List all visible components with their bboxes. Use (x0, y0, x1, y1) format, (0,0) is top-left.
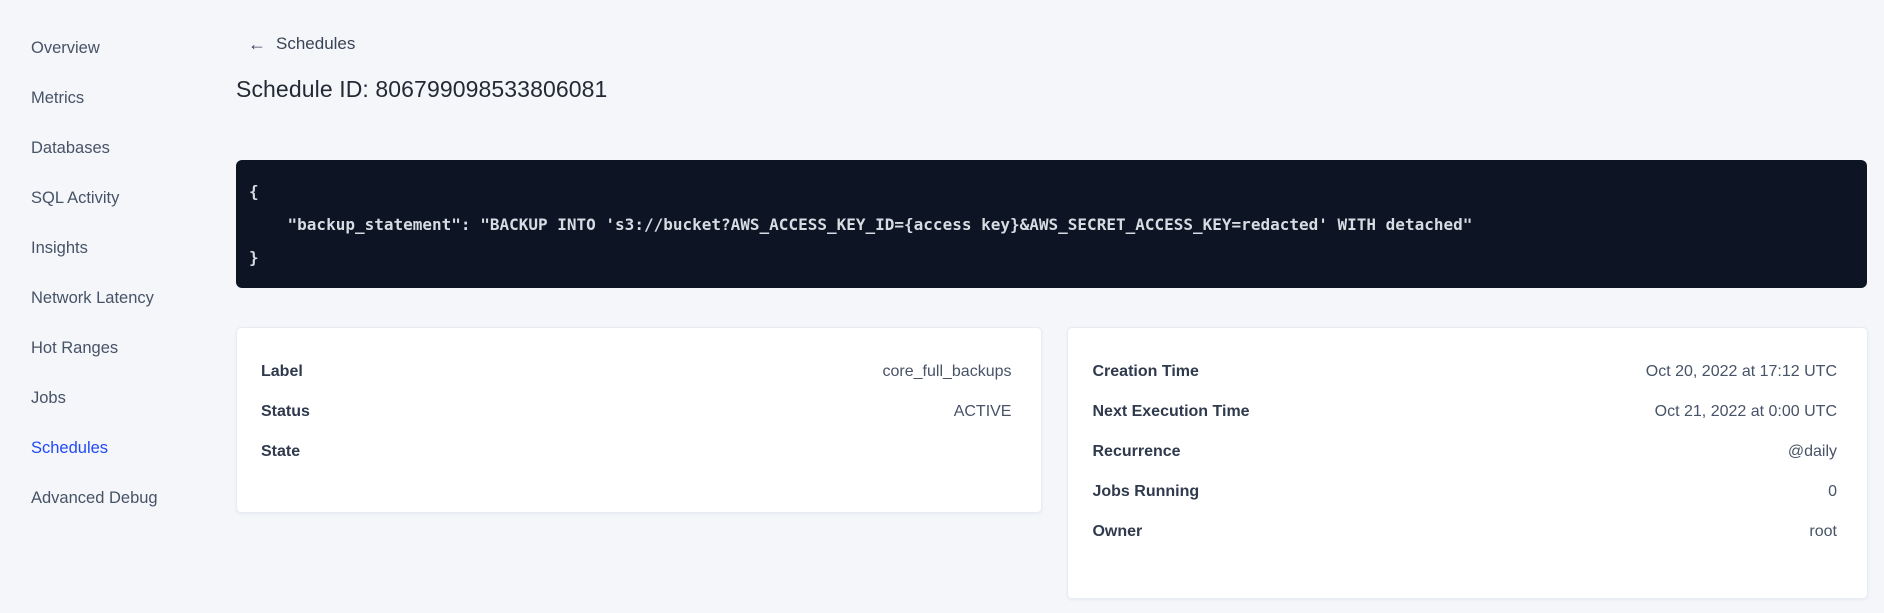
app-layout: Overview Metrics Databases SQL Activity … (0, 0, 1884, 613)
detail-row: Owner root (1092, 512, 1837, 552)
detail-row: Next Execution Time Oct 21, 2022 at 0:00… (1092, 392, 1837, 432)
code-line: { (249, 182, 259, 201)
sidebar-item-label: Hot Ranges (31, 338, 119, 357)
sidebar-item-label: Schedules (31, 438, 109, 457)
detail-label: Jobs Running (1092, 483, 1200, 500)
schedule-code-block: { "backup_statement": "BACKUP INTO 's3:/… (236, 160, 1867, 288)
sidebar-item-label: Metrics (31, 88, 85, 107)
detail-label: Recurrence (1092, 443, 1181, 460)
sidebar-item-label: Advanced Debug (31, 488, 158, 507)
detail-value: Oct 21, 2022 at 0:00 UTC (1654, 403, 1837, 420)
detail-value: core_full_backups (882, 363, 1012, 380)
detail-value: ACTIVE (953, 403, 1012, 420)
sidebar-item-label: Databases (31, 138, 110, 157)
sidebar-item-label: Overview (31, 38, 100, 57)
detail-label: Label (261, 363, 303, 380)
detail-label: Creation Time (1092, 363, 1199, 380)
detail-row: Jobs Running 0 (1092, 472, 1837, 512)
page-title: Schedule ID: 806799098533806081 (236, 76, 608, 102)
code-line: } (249, 248, 259, 267)
sidebar-item-label: SQL Activity (31, 188, 120, 207)
schedule-details-card: Label core_full_backups Status ACTIVE St… (236, 327, 1043, 513)
sidebar-item-hot-ranges[interactable]: Hot Ranges (0, 323, 196, 373)
detail-row: Status ACTIVE (261, 392, 1011, 432)
detail-value: Oct 20, 2022 at 17:12 UTC (1645, 363, 1837, 380)
detail-value: root (1809, 523, 1837, 540)
sidebar-item-insights[interactable]: Insights (0, 223, 196, 273)
sidebar-item-sql-activity[interactable]: SQL Activity (0, 173, 196, 223)
sidebar-item-jobs[interactable]: Jobs (0, 373, 196, 423)
sidebar-item-network-latency[interactable]: Network Latency (0, 273, 196, 323)
sidebar-item-databases[interactable]: Databases (0, 123, 196, 173)
main-content: ← Schedules Schedule ID: 806799098533806… (236, 0, 1868, 613)
sidebar-item-label: Network Latency (31, 288, 154, 307)
sidebar: Overview Metrics Databases SQL Activity … (0, 0, 196, 613)
sidebar-item-label: Jobs (31, 388, 66, 407)
detail-value: 0 (1828, 483, 1837, 500)
sidebar-item-label: Insights (31, 238, 88, 257)
detail-label: Next Execution Time (1092, 403, 1250, 420)
sidebar-item-metrics[interactable]: Metrics (0, 73, 196, 123)
back-link[interactable]: ← Schedules (248, 34, 355, 54)
detail-row: State (261, 432, 1011, 472)
sidebar-item-schedules[interactable]: Schedules (0, 423, 196, 473)
back-arrow-icon: ← (248, 34, 266, 54)
detail-row: Recurrence @daily (1092, 432, 1837, 472)
detail-label: Status (261, 403, 310, 420)
sidebar-item-advanced-debug[interactable]: Advanced Debug (0, 473, 196, 523)
detail-row: Label core_full_backups (261, 352, 1011, 392)
detail-label: Owner (1092, 523, 1143, 540)
detail-label: State (261, 443, 301, 460)
detail-value: @daily (1787, 443, 1837, 460)
code-line: "backup_statement": "BACKUP INTO 's3://b… (249, 215, 1473, 234)
sidebar-item-overview[interactable]: Overview (0, 23, 196, 73)
detail-row: Creation Time Oct 20, 2022 at 17:12 UTC (1092, 352, 1837, 392)
schedule-timing-card: Creation Time Oct 20, 2022 at 17:12 UTC … (1067, 327, 1868, 599)
cards-row: Label core_full_backups Status ACTIVE St… (236, 327, 1868, 599)
back-link-label: Schedules (276, 34, 356, 53)
